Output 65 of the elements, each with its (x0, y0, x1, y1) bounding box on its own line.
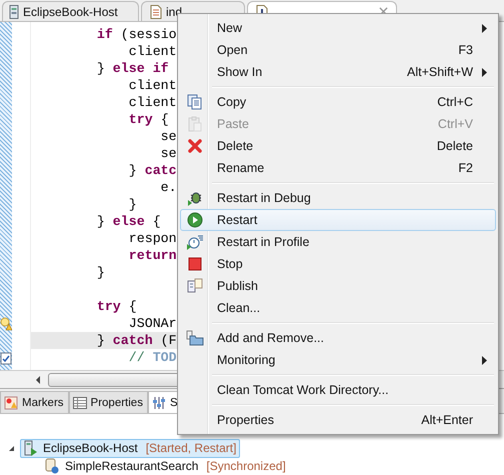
scroll-left-icon[interactable] (34, 376, 42, 384)
code-line: se (160, 145, 178, 162)
publish-icon (187, 278, 203, 294)
tree-item[interactable]: EclipseBook-Host [Started, Restart] (20, 438, 240, 458)
code-line: respon (128, 230, 178, 247)
menu-item[interactable]: Add and Remove... (180, 327, 496, 349)
warning-bulb-icon[interactable] (0, 316, 12, 330)
code-line: } (96, 264, 106, 281)
code-line: client (128, 77, 178, 94)
code-line: e. (160, 179, 178, 196)
play-icon (187, 212, 203, 228)
clipboard-icon (187, 116, 203, 132)
code-line: } catc (128, 162, 178, 179)
code-line: } else { (96, 213, 162, 230)
menu-item[interactable]: Publish (180, 275, 496, 297)
server-icon (24, 440, 38, 456)
code-line: if (sessio (96, 26, 178, 43)
menu-item[interactable]: Stop (180, 253, 496, 275)
menu-item[interactable]: Rename F2 (180, 157, 496, 179)
stop-icon (188, 257, 202, 271)
menu-item[interactable]: Show In Alt+Shift+W (180, 61, 496, 83)
code-line: } (128, 196, 138, 213)
view-tab[interactable]: Properties (68, 391, 148, 413)
copy-icon (187, 94, 203, 110)
code-line: client (128, 43, 178, 60)
menu-item[interactable]: Delete Delete (180, 135, 496, 157)
menu-item[interactable]: Clean Tomcat Work Directory... (180, 379, 496, 401)
sliders-icon (152, 396, 166, 410)
menu-item[interactable]: Copy Ctrl+C (180, 91, 496, 113)
submenu-arrow-icon (482, 24, 486, 32)
jar-globe-icon (44, 458, 60, 474)
menu-item[interactable]: Clean... (180, 297, 496, 319)
file-icon (150, 4, 162, 18)
code-line: try { (128, 111, 170, 128)
submenu-arrow-icon (482, 68, 486, 76)
server-name: EclipseBook-Host (43, 441, 138, 455)
tree-item[interactable]: SimpleRestaurantSearch [Synchronized] (40, 456, 290, 475)
code-line: // TOD (128, 349, 178, 366)
menu-item[interactable]: Open F3 (180, 39, 496, 61)
editor-tab[interactable]: EclipseBook-Host (2, 1, 139, 21)
code-line: } else if (96, 60, 170, 77)
expand-icon[interactable] (8, 444, 15, 452)
submenu-arrow-icon (482, 356, 486, 364)
server-icon (9, 4, 19, 18)
table-icon (72, 396, 87, 408)
bug-icon (187, 190, 203, 206)
menu-item[interactable]: Properties Alt+Enter (180, 409, 496, 431)
module-status: [Synchronized] (206, 459, 286, 473)
markers-icon (4, 396, 18, 410)
menu-item[interactable]: Restart in Profile (180, 231, 496, 253)
stopwatch-icon (186, 234, 204, 250)
module-name: SimpleRestaurantSearch (65, 459, 198, 473)
code-line: se (160, 128, 178, 145)
code-line: try { (96, 298, 138, 315)
folder-icon (186, 330, 204, 346)
view-tab[interactable]: Markers (0, 391, 69, 413)
task-icon[interactable] (0, 350, 12, 364)
menu-item[interactable]: Restart (180, 209, 496, 231)
code-line: return (128, 247, 178, 264)
menu-item[interactable]: Monitoring (180, 349, 496, 371)
delete-icon (188, 139, 202, 153)
code-line: client (128, 94, 178, 111)
server-status: [Started, Restart] (146, 441, 236, 455)
menu-item[interactable]: Restart in Debug (180, 187, 496, 209)
code-line: JSONAr (128, 315, 178, 332)
